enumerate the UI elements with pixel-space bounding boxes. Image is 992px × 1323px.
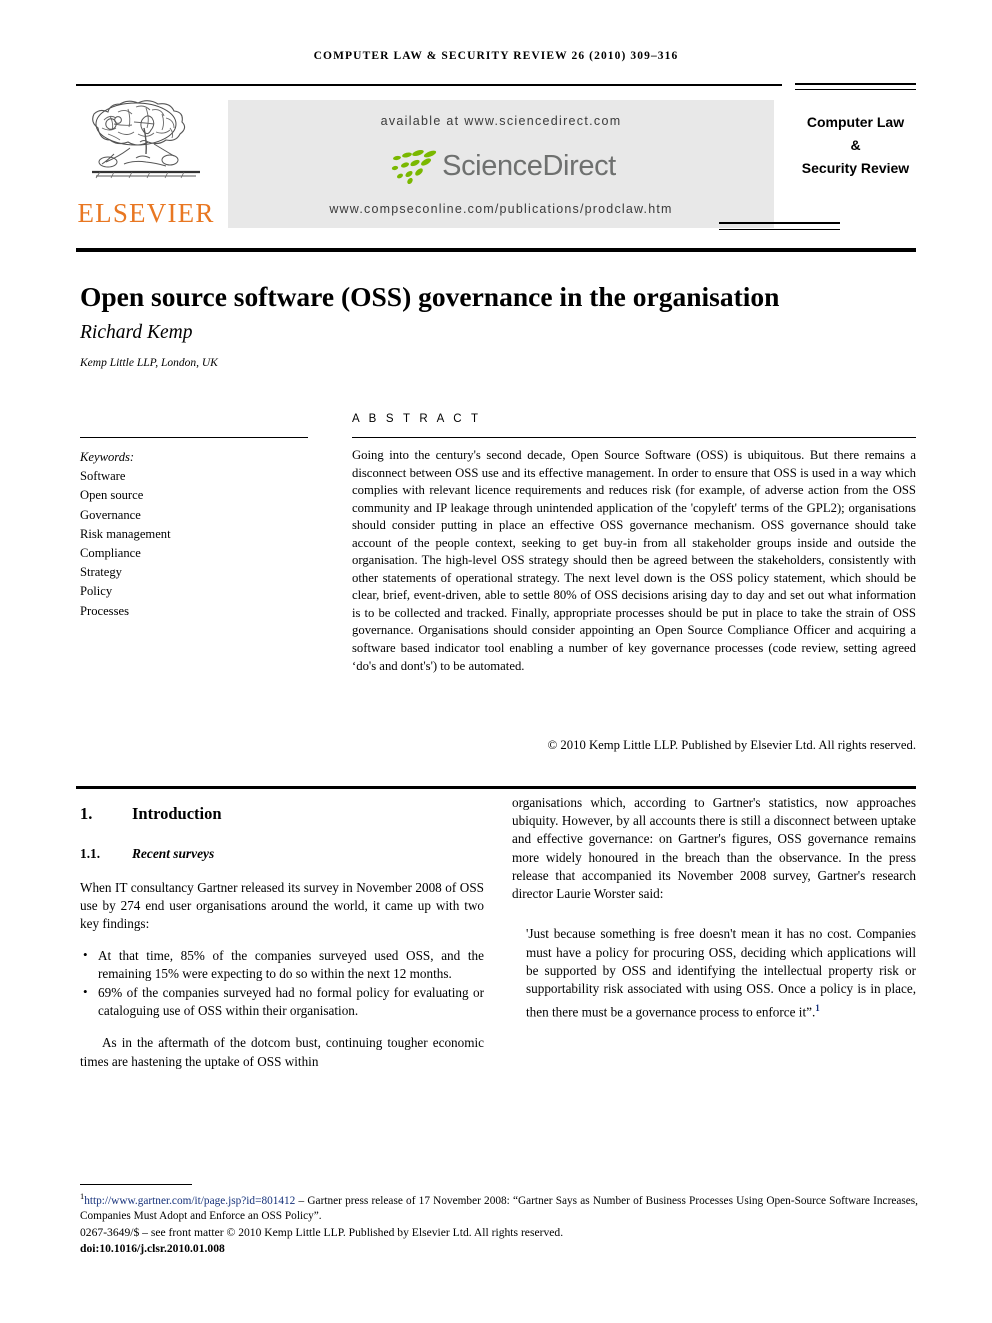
elsevier-wordmark: ELSEVIER	[77, 198, 215, 228]
subsection-number: 1.1.	[80, 846, 101, 861]
body-column-left: 1. Introduction 1.1. Recent surveys When…	[80, 794, 484, 1071]
masthead: ELSEVIER available at www.sciencedirect.…	[76, 95, 916, 233]
journal-box-rule-top-thin	[795, 89, 916, 90]
list-item: At that time, 85% of the companies surve…	[80, 946, 484, 983]
keyword-item: Processes	[80, 603, 129, 618]
keyword-item: Risk management	[80, 526, 171, 541]
running-head: COMPUTER LAW & SECURITY REVIEW 26 (2010)…	[313, 50, 679, 62]
journal-box-rule-bottom-thin	[719, 229, 840, 230]
journal-title-line-3: Security Review	[801, 160, 910, 176]
footnote-link[interactable]: http://www.gartner.com/it/page.jsp?id=80…	[84, 1195, 295, 1207]
author-name: Richard Kemp	[80, 322, 193, 343]
journal-title-line-2: &	[850, 137, 861, 153]
elsevier-tree-icon	[92, 100, 200, 179]
quote-text: 'Just because something is free doesn't …	[526, 926, 916, 1020]
section-number: 1.	[80, 804, 93, 823]
keyword-item: Governance	[80, 507, 141, 522]
keywords-rule	[80, 437, 308, 438]
abstract-text: Going into the century's second decade, …	[352, 448, 916, 673]
keywords-list: Keywords: Software Open source Governanc…	[80, 448, 320, 621]
abstract-copyright: © 2010 Kemp Little LLP. Published by Els…	[547, 738, 916, 752]
journal-url-text[interactable]: www.compseconline.com/publications/prodc…	[228, 202, 774, 216]
elsevier-logo: ELSEVIER	[76, 98, 216, 230]
subsection-title: Recent surveys	[132, 846, 215, 861]
sciencedirect-logo[interactable]: ScienceDirect	[228, 145, 774, 187]
journal-title-box: Computer Law & Security Review	[795, 95, 916, 233]
author-affiliation: Kemp Little LLP, London, UK	[80, 357, 218, 369]
imprint-line: 0267-3649/$ – see front matter © 2010 Ke…	[80, 1226, 564, 1239]
available-at-text: available at www.sciencedirect.com	[380, 114, 622, 128]
footnote-1: 1http://www.gartner.com/it/page.jsp?id=8…	[80, 1189, 918, 1225]
masthead-bottom-rule	[76, 248, 916, 252]
body-column-right: organisations which, according to Gartne…	[512, 794, 916, 1022]
journal-box-rule-top-thick	[795, 83, 916, 85]
journal-title-line-1: Computer Law	[806, 114, 905, 130]
sciencedirect-wordmark: ScienceDirect	[442, 149, 616, 182]
survey-findings-list: At that time, 85% of the companies surve…	[80, 946, 484, 1021]
keyword-item: Strategy	[80, 565, 122, 580]
journal-article-page: COMPUTER LAW & SECURITY REVIEW 26 (2010)…	[0, 0, 992, 1323]
keyword-item: Policy	[80, 584, 113, 599]
subsection-heading-recent-surveys: 1.1. Recent surveys	[80, 846, 484, 862]
abstract-rule	[352, 437, 916, 438]
abstract-label: A B S T R A C T	[352, 413, 482, 425]
paragraph-gartner-statistics: organisations which, according to Gartne…	[512, 795, 916, 902]
keyword-item: Software	[80, 469, 126, 484]
section-heading-introduction: 1. Introduction	[80, 804, 484, 824]
list-item: 69% of the companies surveyed had no for…	[80, 983, 484, 1020]
header-rule-left	[76, 84, 782, 86]
page-title: Open source software (OSS) governance in…	[80, 281, 780, 313]
paragraph-dotcom-bust: As in the aftermath of the dotcom bust, …	[80, 1035, 484, 1069]
sciencedirect-leaf-icon	[391, 149, 437, 184]
section-title: Introduction	[132, 804, 222, 823]
paragraph-survey-intro: When IT consultancy Gartner released its…	[80, 880, 484, 932]
keyword-item: Compliance	[80, 546, 141, 561]
doi-line[interactable]: doi:10.1016/j.clsr.2010.01.008	[80, 1242, 918, 1255]
pull-quote-worster: 'Just because something is free doesn't …	[526, 925, 916, 1021]
footnote-reference-icon[interactable]: 1	[815, 1003, 820, 1013]
sciencedirect-band: available at www.sciencedirect.com Scien…	[228, 100, 774, 228]
keywords-label: Keywords:	[80, 450, 135, 464]
body-top-rule	[76, 786, 916, 789]
journal-box-rule-bottom-thick	[719, 222, 840, 224]
footnote-separator-rule	[80, 1184, 192, 1185]
keyword-item: Open source	[80, 488, 144, 503]
